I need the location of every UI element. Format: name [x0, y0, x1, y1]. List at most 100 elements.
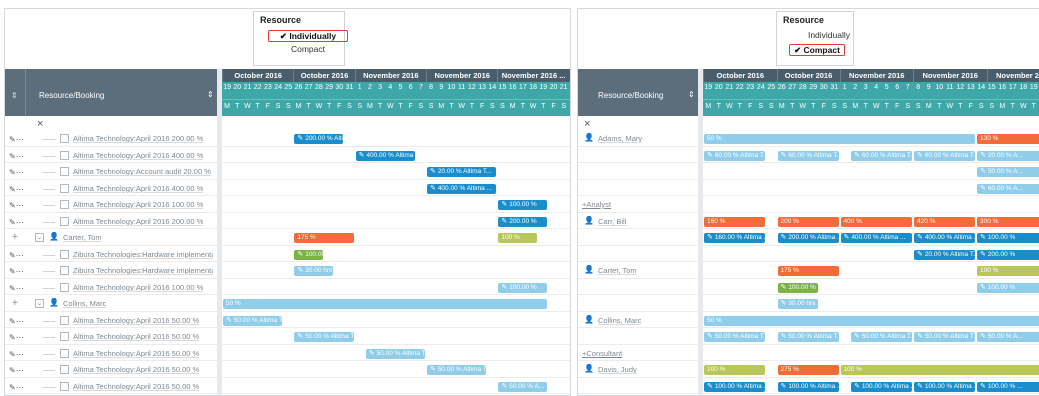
booking-bar[interactable]: ✎ 400.00 % Altima ... — [355, 150, 415, 161]
edit-icon[interactable]: ✎⋯ — [9, 284, 24, 293]
booking-name[interactable]: Altima Technology:April 2016 50.00 % — [73, 332, 199, 341]
utilization-bar[interactable]: 100 % — [704, 365, 765, 375]
booking-bar[interactable]: ✎ 20.00 % Altima T... — [427, 167, 497, 177]
column-header-resource-booking[interactable]: Resource/Booking — [598, 91, 663, 100]
booking-bar[interactable]: ✎ 50.00 % Altima T... — [851, 332, 912, 342]
booking-bar[interactable]: ✎ 200.00 % Altima ... — [777, 233, 839, 243]
edit-icon[interactable]: ✎⋯ — [9, 267, 24, 276]
row-checkbox[interactable] — [60, 332, 69, 341]
booking-bar[interactable]: ✎ 100.00 % — [977, 282, 1039, 293]
booking-bar[interactable]: ✎ 50.00 % Altima T... — [777, 332, 839, 342]
booking-bar[interactable]: ✎ 30.00 hrs ... — [777, 299, 818, 309]
booking-name[interactable]: Zibura Technologies:Hardware implementat… — [73, 250, 213, 259]
booking-bar[interactable]: ✎ 50.00 % Altima T... — [427, 365, 487, 375]
sort-icon[interactable]: ⇕ — [11, 91, 18, 100]
utilization-bar[interactable]: 400 % — [840, 216, 912, 227]
booking-bar[interactable]: ✎ 60.00 % Altima T... — [777, 150, 839, 161]
booking-bar[interactable]: ✎ 400.00 % Altima ... — [840, 233, 912, 243]
collapse-toggle[interactable]: ⌄ — [35, 299, 44, 308]
booking-name[interactable]: Altima Technology:April 2016 50.00 % — [73, 316, 199, 325]
booking-name[interactable]: Altima Technology:April 2016 200.00 % — [73, 134, 203, 143]
resource-name[interactable]: Collins, Marc — [63, 299, 106, 308]
row-checkbox[interactable] — [60, 266, 69, 275]
utilization-bar[interactable]: 100 % — [498, 233, 538, 243]
booking-bar[interactable]: ✎ 60.00 % Altima T... — [704, 150, 765, 161]
edit-icon[interactable]: ✎⋯ — [9, 383, 24, 392]
column-header-resource-booking[interactable]: Resource/Booking — [39, 91, 104, 100]
clear-filter-icon[interactable]: × — [584, 118, 590, 130]
booking-bar[interactable]: ✎ 60.00 % Altima T... — [851, 150, 912, 161]
utilization-bar[interactable]: 275 % — [777, 365, 839, 375]
booking-name[interactable]: Altima Technology:Account audit 20.00 % — [73, 167, 211, 176]
booking-bar[interactable]: ✎ 400.00 % Altima ... — [427, 183, 497, 194]
option-individually[interactable]: Individually — [789, 30, 869, 42]
booking-bar[interactable]: ✎ 200.00 % Altima ... — [294, 134, 344, 144]
booking-bar[interactable]: ✎ 100.00 % Altima ... — [704, 381, 765, 392]
edit-icon[interactable]: ✎⋯ — [9, 333, 24, 342]
booking-bar[interactable]: ✎ 50.00 % Altima T... — [294, 332, 354, 342]
row-checkbox[interactable] — [60, 365, 69, 374]
edit-icon[interactable]: ✎⋯ — [9, 251, 24, 260]
booking-name[interactable]: Altima Technology:April 2016 400.00 % — [73, 184, 203, 193]
booking-bar[interactable]: ✎ 50.00 % Altima T... — [223, 315, 283, 326]
row-checkbox[interactable] — [60, 134, 69, 143]
utilization-bar[interactable]: 160 % — [704, 216, 765, 227]
booking-bar[interactable]: ✎ 60.00 % A... — [977, 183, 1039, 194]
booking-bar[interactable]: ✎ 100.00 % Altima ... — [851, 381, 912, 392]
booking-bar[interactable]: ✎ 50.00 % Altima T... — [365, 348, 425, 359]
edit-icon[interactable]: ✎⋯ — [9, 152, 24, 161]
utilization-bar[interactable]: 175 % — [777, 266, 839, 276]
booking-bar[interactable]: ✎ 50.00 % Altima T... — [914, 332, 975, 342]
expand-icon[interactable]: + — [12, 232, 18, 243]
booking-name[interactable]: Altima Technology:April 2016 100.00 % — [73, 283, 203, 292]
utilization-bar[interactable]: 175 % — [294, 233, 354, 243]
resource-name[interactable]: Davis, Judy — [598, 365, 637, 374]
booking-name[interactable]: Altima Technology:April 2016 50.00 % — [73, 382, 199, 391]
resource-name[interactable]: Collins, Marc — [598, 316, 641, 325]
edit-icon[interactable]: ✎⋯ — [9, 317, 24, 326]
resource-name[interactable]: Carr, Bill — [598, 217, 626, 226]
edit-icon[interactable]: ✎⋯ — [9, 185, 24, 194]
booking-bar[interactable]: ✎ 100.00 % — [498, 282, 548, 293]
option-compact[interactable]: Compact — [268, 44, 348, 56]
booking-bar[interactable]: ✎ 50.00 % A... — [977, 167, 1039, 177]
row-checkbox[interactable] — [60, 216, 69, 226]
booking-bar[interactable]: ✎ 100.00 % — [294, 249, 323, 260]
option-compact[interactable]: ✔ Compact — [789, 44, 845, 56]
row-checkbox[interactable] — [60, 200, 69, 209]
edit-icon[interactable]: ✎⋯ — [9, 350, 24, 359]
row-checkbox[interactable] — [60, 150, 69, 160]
booking-bar[interactable]: ✎ 400.00 % Altima ... — [914, 233, 975, 243]
booking-bar[interactable]: ✎ 50.00 % A... — [498, 381, 548, 392]
resource-name[interactable]: Carter, Tom — [598, 266, 637, 275]
expand-icon[interactable]: + — [12, 298, 18, 309]
booking-name[interactable]: Altima Technology:April 2016 400.00 % — [73, 151, 203, 160]
utilization-bar[interactable]: 50 % — [223, 299, 548, 309]
clear-filter-icon[interactable]: × — [37, 118, 43, 130]
booking-bar[interactable]: ✎ 100.00 % — [777, 282, 818, 293]
booking-name[interactable]: Zibura Technologies:Hardware implementat… — [73, 266, 213, 275]
booking-name[interactable]: Altima Technology:April 2016 50.00 % — [73, 349, 199, 358]
group-label[interactable]: +Analyst — [582, 200, 611, 209]
booking-bar[interactable]: ✎ 50.00 % Altima T... — [704, 332, 765, 342]
booking-bar[interactable]: ✎ 20.00 % A... — [977, 150, 1039, 161]
resource-name[interactable]: Carter, Tom — [63, 233, 102, 242]
edit-icon[interactable]: ✎⋯ — [9, 218, 24, 227]
row-checkbox[interactable] — [60, 315, 69, 325]
option-individually[interactable]: ✔ Individually — [268, 30, 348, 42]
booking-name[interactable]: Altima Technology:April 2016 100.00 % — [73, 200, 203, 209]
edit-icon[interactable]: ✎⋯ — [9, 135, 24, 144]
booking-name[interactable]: Altima Technology:April 2016 50.00 % — [73, 365, 199, 374]
group-label[interactable]: +Consultant — [582, 349, 622, 358]
utilization-bar[interactable]: 200 % — [777, 216, 839, 227]
collapse-toggle[interactable]: ⌄ — [35, 233, 44, 242]
utilization-bar[interactable]: 130 % — [977, 134, 1039, 144]
utilization-bar[interactable]: 100 % — [840, 365, 1039, 375]
edit-icon[interactable]: ✎⋯ — [9, 168, 24, 177]
booking-bar[interactable]: ✎ 60.00 % Altima T... — [914, 150, 975, 161]
utilization-bar[interactable]: 50 % — [704, 134, 975, 144]
edit-icon[interactable]: ✎⋯ — [9, 201, 24, 210]
sort-icon[interactable]: ⇕ — [207, 90, 214, 99]
row-checkbox[interactable] — [60, 282, 69, 292]
utilization-bar[interactable]: 420 % — [914, 216, 975, 227]
